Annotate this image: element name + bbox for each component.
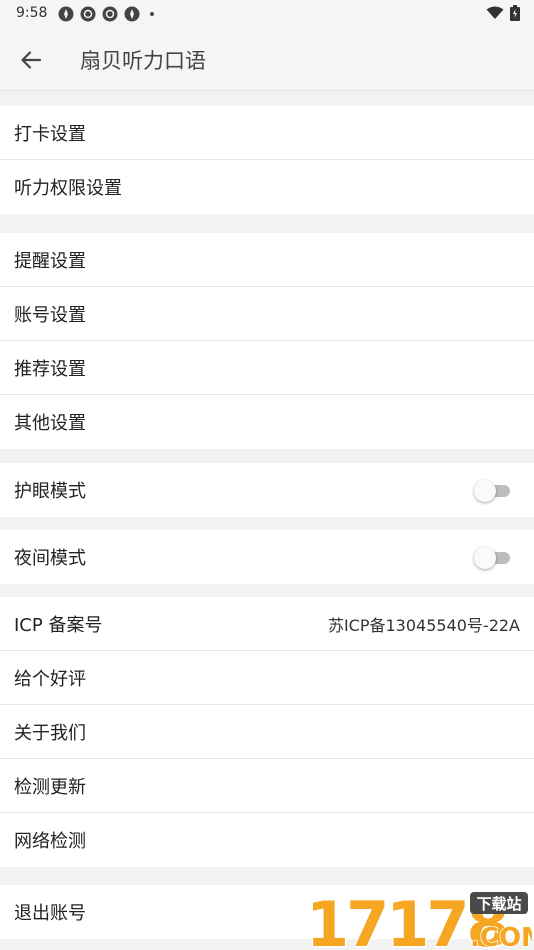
status-bar: 9:58	[0, 0, 534, 28]
settings-item-network-check[interactable]: 网络检测	[0, 813, 534, 867]
watermark-badge: 下载站	[476, 895, 521, 913]
settings-item-label: 退出账号	[14, 903, 86, 924]
eye-mode-toggle[interactable]	[474, 480, 510, 502]
settings-group-checkin: 打卡设置 听力权限设置	[0, 106, 534, 214]
site-watermark-logo: 17178 下载站 .COM	[305, 887, 532, 950]
settings-item-label: 其他设置	[14, 413, 86, 434]
settings-item-label: 打卡设置	[14, 123, 86, 145]
settings-item-account[interactable]: 账号设置	[0, 287, 534, 341]
settings-item-other[interactable]: 其他设置	[0, 395, 534, 449]
wifi-icon	[486, 6, 504, 19]
settings-item-label: 账号设置	[14, 304, 86, 326]
settings-item-rate[interactable]: 给个好评	[0, 651, 534, 705]
settings-item-night-mode: 夜间模式	[0, 530, 534, 584]
icp-number: 苏ICP备13045540号-22A	[327, 615, 520, 635]
status-system-icons	[486, 5, 520, 21]
settings-group-night-mode: 夜间模式	[0, 530, 534, 584]
status-time: 9:58	[16, 5, 48, 21]
notification-icon	[124, 6, 140, 22]
settings-item-label: 关于我们	[14, 722, 86, 744]
notification-icon	[58, 6, 74, 22]
settings-item-label: 推荐设置	[14, 358, 86, 380]
notification-icon	[102, 6, 118, 22]
settings-item-label: 给个好评	[14, 668, 86, 690]
notification-icon	[80, 6, 96, 22]
more-notifications-dot	[150, 12, 154, 16]
page-title: 扇贝听力口语	[80, 49, 206, 73]
settings-item-recommend[interactable]: 推荐设置	[0, 341, 534, 395]
settings-item-checkin[interactable]: 打卡设置	[0, 106, 534, 160]
settings-item-label: 提醒设置	[14, 250, 86, 272]
settings-item-label: ICP 备案号	[14, 614, 103, 636]
settings-item-reminder[interactable]: 提醒设置	[0, 233, 534, 287]
status-notification-icons	[58, 5, 154, 23]
settings-item-label: 网络检测	[14, 831, 86, 852]
settings-item-label: 护眼模式	[14, 481, 86, 502]
settings-item-about-us[interactable]: 关于我们	[0, 705, 534, 759]
watermark-domain: .COM	[470, 923, 532, 950]
settings-group-eye-mode: 护眼模式	[0, 463, 534, 517]
app-bar: 扇贝听力口语	[0, 28, 534, 91]
toggle-thumb	[474, 480, 496, 502]
battery-icon	[510, 5, 520, 21]
settings-item-label: 听力权限设置	[14, 178, 122, 199]
settings-item-eye-mode: 护眼模式	[0, 463, 534, 517]
settings-item-label: 夜间模式	[14, 548, 86, 569]
toggle-thumb	[474, 547, 496, 569]
settings-item-check-update[interactable]: 检测更新	[0, 759, 534, 813]
settings-item-listening-permission[interactable]: 听力权限设置	[0, 160, 534, 214]
settings-item-label: 检测更新	[14, 776, 86, 798]
night-mode-toggle[interactable]	[474, 547, 510, 569]
settings-group-general: 提醒设置 账号设置 推荐设置 其他设置	[0, 233, 534, 449]
back-button[interactable]	[14, 43, 48, 77]
settings-item-icp[interactable]: ICP 备案号 苏ICP备13045540号-22A	[0, 597, 534, 651]
settings-group-about: ICP 备案号 苏ICP备13045540号-22A 给个好评 关于我们 检测更…	[0, 597, 534, 867]
arrow-left-icon	[21, 51, 42, 69]
